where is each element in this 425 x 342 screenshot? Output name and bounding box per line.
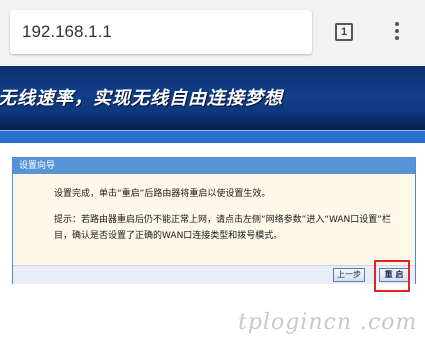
panel-footer: 上一步 重 启	[13, 265, 415, 284]
tab-switcher-button[interactable]: 1	[335, 23, 353, 41]
watermark: tplogincn .com	[238, 310, 418, 335]
banner-slogan: 无线速率，实现无线自由连接梦想	[0, 88, 283, 109]
completion-message: 设置完成，单击“重启”后路由器将重启以使设置生效。	[54, 189, 271, 199]
panel-title: 设置向导	[13, 158, 415, 174]
tip-message: 提示：若路由器重启后仍不能正常上网，请点击左侧“网络参数”进入“WAN口设置”栏…	[54, 215, 391, 241]
reboot-highlight-box	[374, 260, 410, 292]
previous-button[interactable]: 上一步	[333, 268, 365, 282]
router-banner: 无线速率，实现无线自由连接梦想	[0, 66, 425, 130]
panel-body: 设置完成，单击“重启”后路由器将重启以使设置生效。 提示：若路由器重启后仍不能正…	[13, 174, 415, 265]
more-vert-icon[interactable]	[392, 22, 402, 44]
browser-toolbar: 192.168.1.1 1	[0, 0, 425, 66]
address-bar[interactable]: 192.168.1.1	[10, 10, 312, 54]
banner-divider	[0, 130, 425, 143]
setup-wizard-panel: 设置向导 设置完成，单击“重启”后路由器将重启以使设置生效。 提示：若路由器重启…	[12, 157, 416, 284]
